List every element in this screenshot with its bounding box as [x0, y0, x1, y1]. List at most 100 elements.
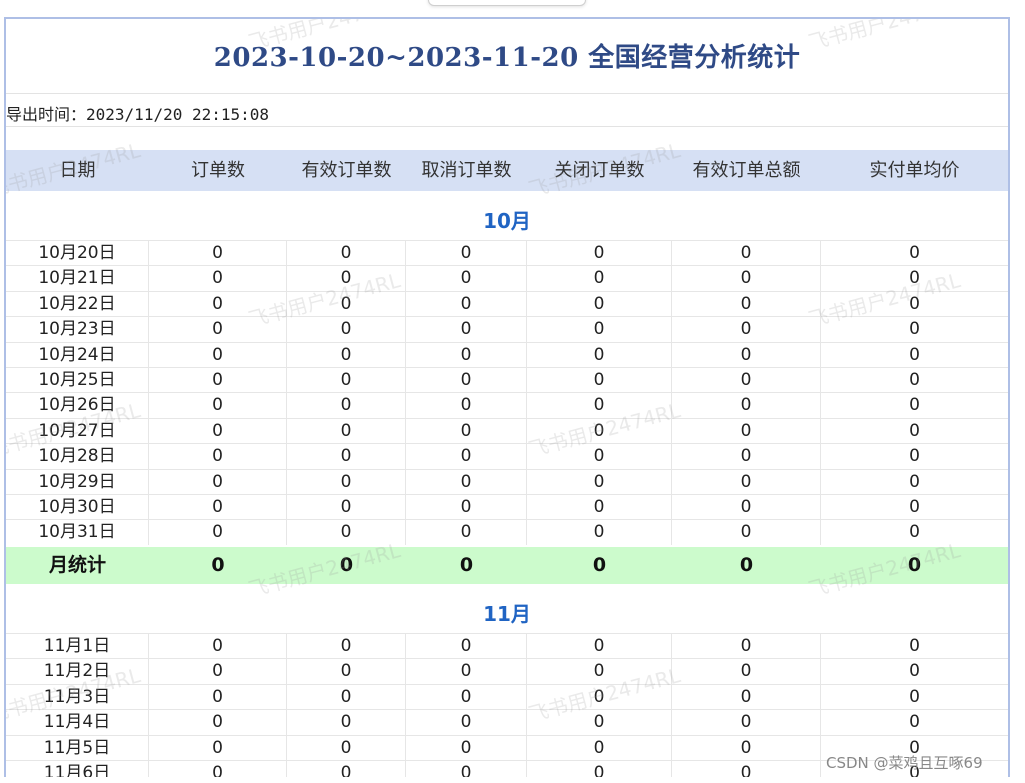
row-avg-paid-price: 0 [909, 661, 920, 682]
row-closed-orders: 0 [527, 317, 672, 343]
table-row: 11月4日 0 0 0 0 0 0 [6, 709, 1008, 736]
row-date: 10月31日 [6, 520, 149, 546]
row-date: 10月26日 [6, 393, 149, 419]
row-valid-order-total: 0 [672, 241, 821, 266]
row-orders: 0 [149, 469, 287, 495]
row-valid-orders: 0 [287, 520, 406, 546]
row-valid-order-total: 0 [672, 684, 821, 710]
row-valid-order-total: 0 [672, 444, 821, 470]
row-date: 11月5日 [6, 735, 149, 761]
row-orders: 0 [149, 634, 287, 659]
table-row: 10月28日 0 0 0 0 0 0 [6, 443, 1008, 470]
row-closed-orders: 0 [527, 520, 672, 546]
row-closed-orders: 0 [527, 342, 672, 368]
row-valid-order-total: 0 [672, 469, 821, 495]
row-avg-paid-price: 0 [909, 268, 920, 289]
total-label: 月统计 [48, 554, 106, 576]
table-row: 10月29日 0 0 0 0 0 0 [6, 468, 1008, 495]
row-cancelled-orders: 0 [406, 710, 527, 736]
row-cancelled-orders: 0 [406, 735, 527, 761]
row-orders: 0 [149, 761, 287, 777]
row-orders: 0 [149, 342, 287, 368]
table-row: 10月27日 0 0 0 0 0 0 [6, 417, 1008, 444]
row-valid-orders: 0 [287, 342, 406, 368]
total-closed-orders: 0 [592, 554, 607, 576]
row-date: 10月30日 [6, 495, 149, 520]
row-date: 10月20日 [6, 241, 149, 266]
row-valid-orders: 0 [287, 634, 406, 659]
header-valid-order-total: 有效订单总额 [692, 160, 801, 181]
row-cancelled-orders: 0 [406, 241, 527, 266]
row-closed-orders: 0 [527, 368, 672, 393]
row-valid-orders: 0 [287, 241, 406, 266]
row-date: 11月3日 [6, 684, 149, 710]
table-row: 10月30日 0 0 0 0 0 0 [6, 494, 1008, 520]
row-cancelled-orders: 0 [406, 634, 527, 659]
divider [6, 93, 1008, 94]
row-valid-order-total: 0 [672, 495, 821, 520]
row-closed-orders: 0 [527, 761, 672, 777]
row-valid-order-total: 0 [672, 342, 821, 368]
row-valid-order-total: 0 [672, 761, 821, 777]
row-closed-orders: 0 [527, 418, 672, 444]
row-cancelled-orders: 0 [406, 393, 527, 419]
row-valid-order-total: 0 [672, 368, 821, 393]
row-orders: 0 [149, 317, 287, 343]
row-date: 10月22日 [6, 291, 149, 317]
report-title: 2023-10-20~2023-11-20 全国经营分析统计 [213, 43, 801, 73]
row-cancelled-orders: 0 [406, 659, 527, 685]
row-valid-order-total: 0 [672, 317, 821, 343]
row-closed-orders: 0 [527, 444, 672, 470]
month-heading-nov: 11月 [483, 602, 531, 626]
row-valid-orders: 0 [287, 684, 406, 710]
row-avg-paid-price: 0 [909, 636, 920, 656]
row-closed-orders: 0 [527, 291, 672, 317]
row-valid-orders: 0 [287, 291, 406, 317]
row-orders: 0 [149, 659, 287, 685]
month-heading-oct: 10月 [483, 209, 531, 233]
row-avg-paid-price: 0 [909, 497, 920, 517]
export-time-line: 导出时间：2023/11/20 22:15:08 [6, 101, 269, 125]
row-avg-paid-price: 0 [909, 344, 920, 365]
total-orders: 0 [211, 554, 225, 576]
row-avg-paid-price: 0 [909, 522, 920, 543]
row-valid-orders: 0 [287, 317, 406, 343]
row-valid-orders: 0 [287, 469, 406, 495]
row-closed-orders: 0 [527, 710, 672, 736]
row-cancelled-orders: 0 [406, 469, 527, 495]
row-valid-orders: 0 [287, 393, 406, 419]
row-date: 11月6日 [6, 761, 149, 777]
row-cancelled-orders: 0 [406, 444, 527, 470]
row-avg-paid-price: 0 [909, 712, 920, 733]
row-valid-orders: 0 [287, 710, 406, 736]
table-row: 10月21日 0 0 0 0 0 0 [6, 265, 1008, 292]
header-cancelled-orders: 取消订单数 [421, 160, 512, 181]
row-date: 10月28日 [6, 444, 149, 470]
csdn-credit: CSDN @菜鸡且互啄69 [826, 754, 983, 772]
row-valid-orders: 0 [287, 444, 406, 470]
row-closed-orders: 0 [527, 659, 672, 685]
table-row: 10月31日 0 0 0 0 0 0 [6, 519, 1008, 546]
table-row: 10月23日 0 0 0 0 0 0 [6, 316, 1008, 343]
row-avg-paid-price: 0 [909, 293, 920, 314]
row-orders: 0 [149, 241, 287, 266]
row-cancelled-orders: 0 [406, 520, 527, 546]
row-cancelled-orders: 0 [406, 684, 527, 710]
row-date: 10月24日 [6, 342, 149, 368]
total-valid-order-total: 0 [739, 554, 754, 576]
row-closed-orders: 0 [527, 469, 672, 495]
row-valid-orders: 0 [287, 659, 406, 685]
row-avg-paid-price: 0 [909, 471, 920, 492]
table-header: 日期 订单数 有效订单数 取消订单数 关闭订单数 有效订单总额 实付单均价 [6, 150, 1008, 191]
row-cancelled-orders: 0 [406, 291, 527, 317]
row-valid-orders: 0 [287, 495, 406, 520]
row-cancelled-orders: 0 [406, 495, 527, 520]
row-cancelled-orders: 0 [406, 317, 527, 343]
row-date: 10月29日 [6, 469, 149, 495]
row-valid-orders: 0 [287, 761, 406, 777]
row-closed-orders: 0 [527, 495, 672, 520]
row-avg-paid-price: 0 [909, 686, 920, 707]
row-date: 10月23日 [6, 317, 149, 343]
header-avg-paid-price: 实付单均价 [869, 160, 960, 181]
row-orders: 0 [149, 368, 287, 393]
